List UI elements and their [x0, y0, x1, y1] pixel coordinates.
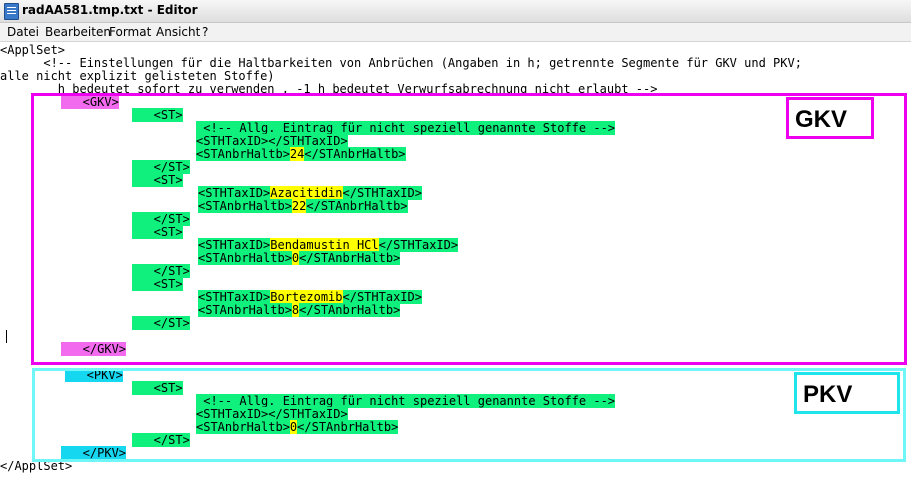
menu-bearbeiten[interactable]: Bearbeiten — [45, 25, 111, 39]
text-cursor — [6, 330, 7, 343]
title-bar: radAA581.tmp.txt - Editor — [0, 0, 911, 23]
gkv-annotation-frame — [31, 93, 907, 365]
pkv-annotation-label: PKV — [794, 372, 900, 414]
menu-datei[interactable]: Datei — [7, 25, 39, 39]
pkv-annotation-frame — [32, 368, 906, 462]
notepad-icon — [4, 3, 19, 20]
menu-bar: Datei Bearbeiten Format Ansicht ? — [0, 23, 911, 42]
pkv-label-text: PKV — [803, 381, 853, 408]
gkv-annotation-label: GKV — [786, 97, 874, 139]
window-title: radAA581.tmp.txt - Editor — [22, 3, 198, 17]
gkv-label-text: GKV — [795, 106, 848, 133]
menu-format[interactable]: Format — [109, 25, 151, 39]
menu-help[interactable]: ? — [202, 25, 208, 39]
menu-ansicht[interactable]: Ansicht — [156, 25, 200, 39]
